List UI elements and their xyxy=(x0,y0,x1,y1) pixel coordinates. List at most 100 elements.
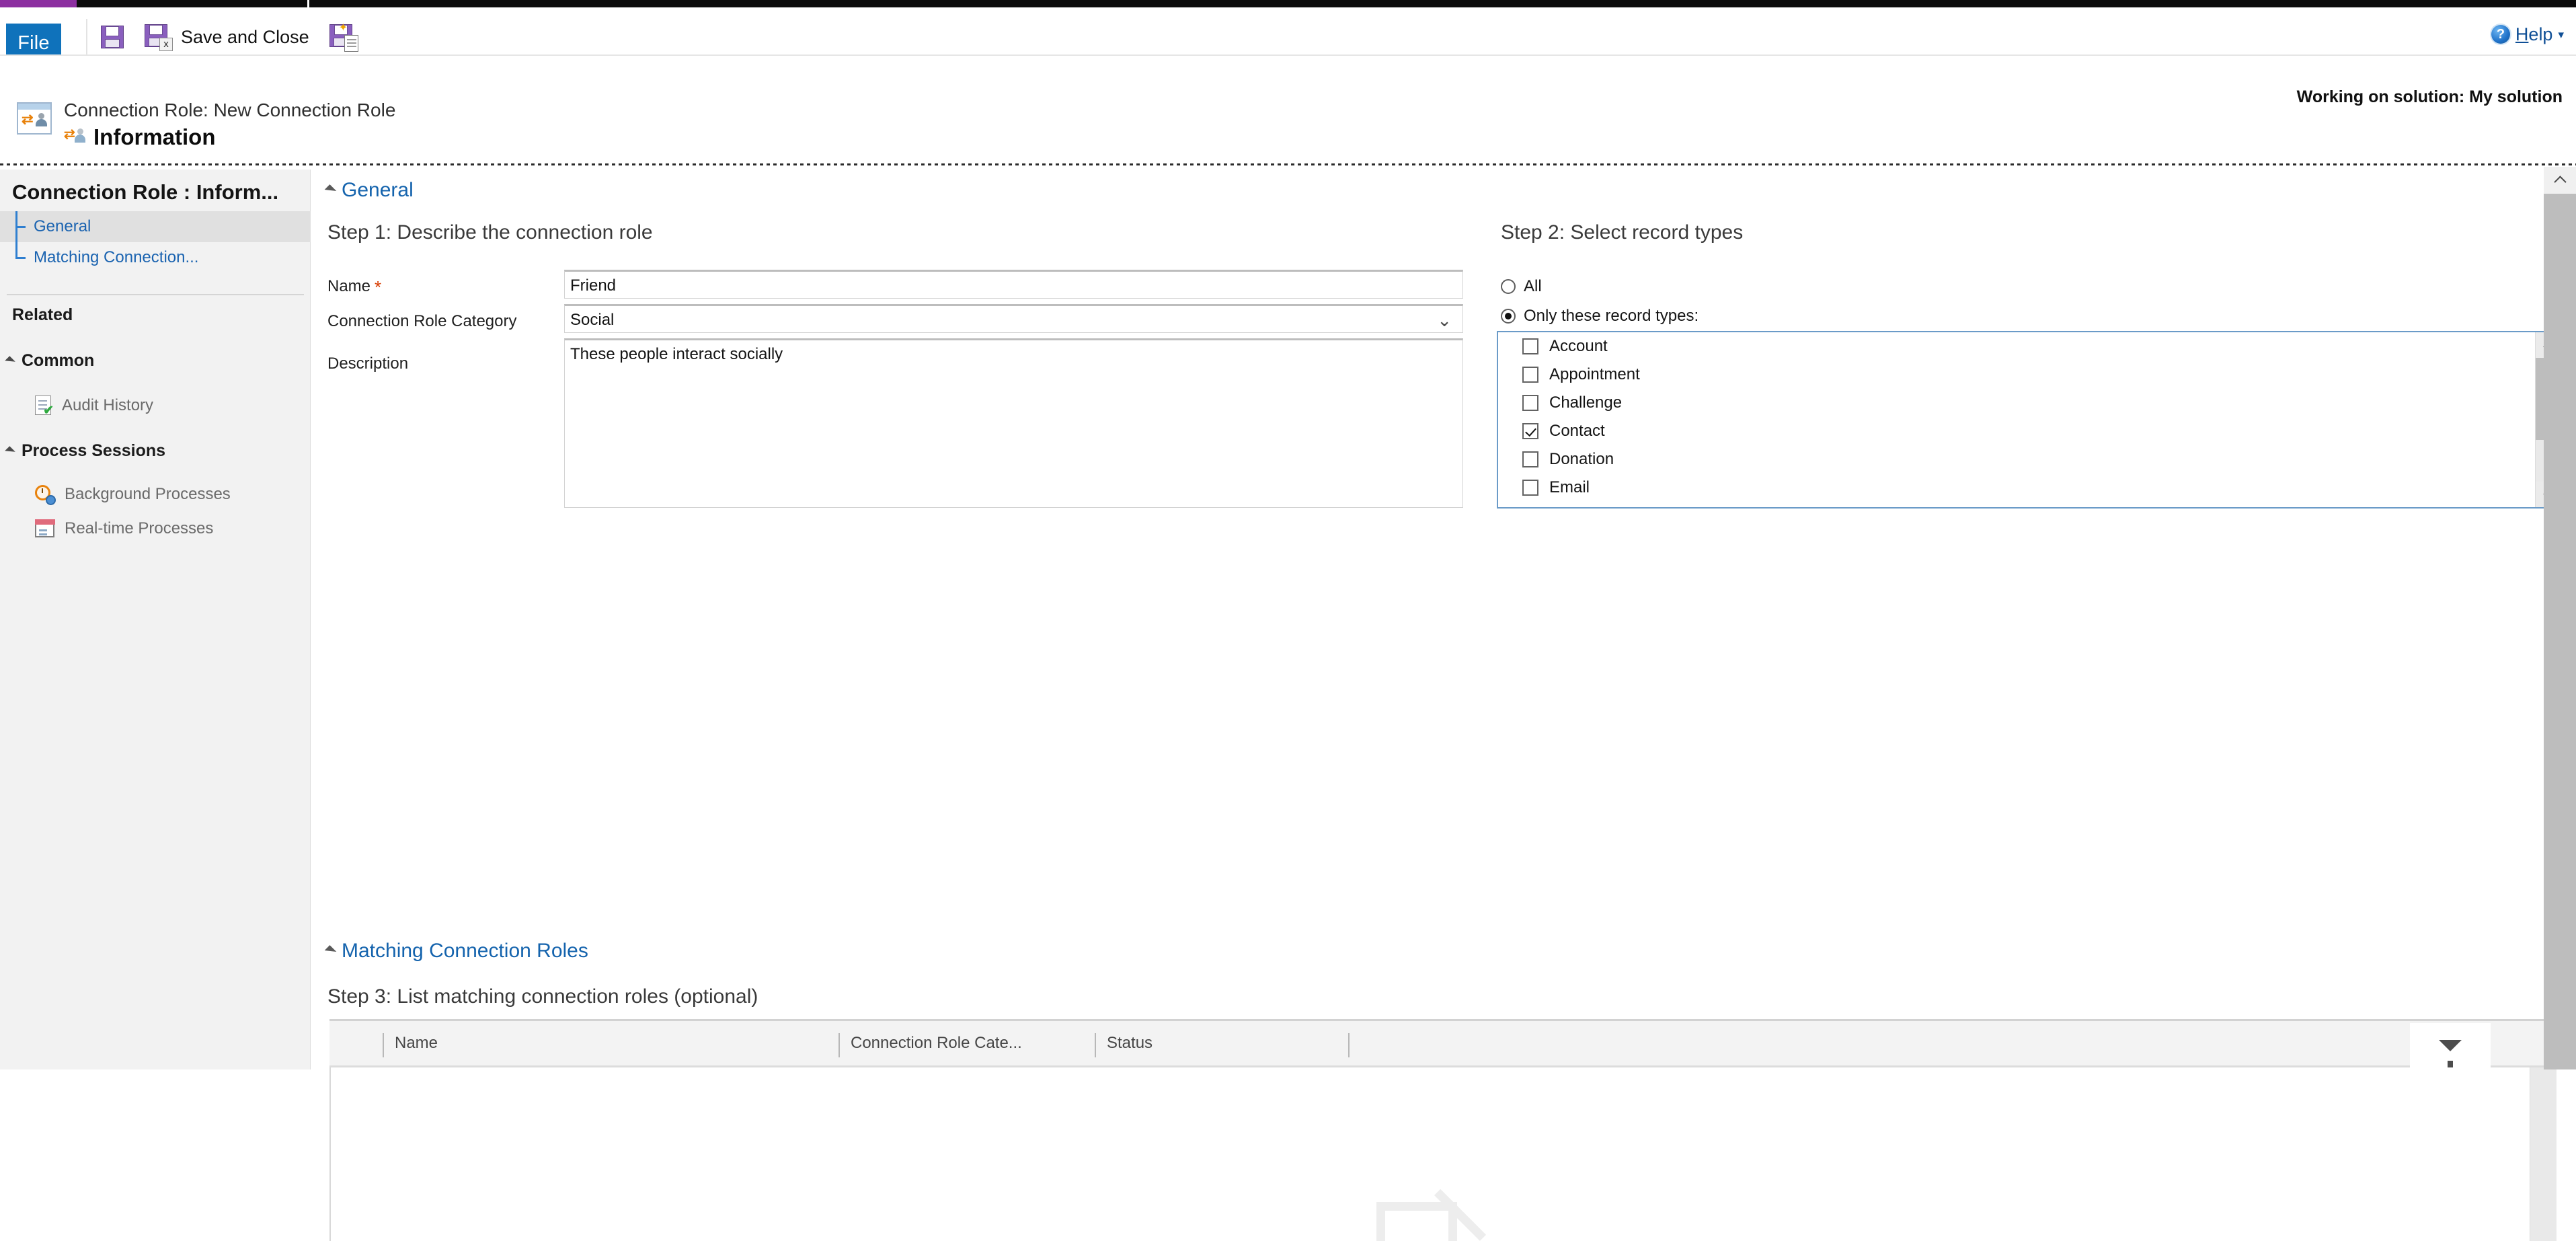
chevron-down-icon[interactable]: ▾ xyxy=(2558,29,2564,40)
save-and-close-label: Save and Close xyxy=(181,26,309,47)
radio-icon xyxy=(1501,279,1516,294)
window-accent-strip xyxy=(0,0,77,7)
help-accesskey: H xyxy=(2515,24,2529,44)
checkbox-icon[interactable] xyxy=(1522,395,1538,411)
page-title: Information xyxy=(93,124,216,149)
checkbox-icon[interactable] xyxy=(1522,338,1538,354)
grid-scrollbar[interactable] xyxy=(2530,1067,2557,1241)
matching-connection-roles-grid: Name Connection Role Cate... Status xyxy=(329,1019,2557,1241)
checkbox-checked-icon[interactable] xyxy=(1522,423,1538,439)
checkbox-icon[interactable] xyxy=(1522,451,1538,467)
record-types-all-label: All xyxy=(1524,277,1542,295)
step3-title: Step 3: List matching connection roles (… xyxy=(327,985,758,1008)
description-label: Description xyxy=(327,354,409,373)
connection-role-entity-icon: ⇄ xyxy=(17,102,52,135)
sidebar-item-general-label: General xyxy=(34,217,91,235)
grid-column-name[interactable]: Name xyxy=(383,1021,838,1065)
connection-role-category-select[interactable]: Social ⌄ xyxy=(564,304,1463,333)
record-type-item[interactable]: Donation xyxy=(1498,445,2534,474)
description-value: These people interact socially xyxy=(570,345,783,363)
page-scrollbar[interactable] xyxy=(2544,167,2576,1069)
sidebar-item-realtime-processes-label: Real-time Processes xyxy=(65,519,214,537)
sidebar-divider xyxy=(7,294,304,295)
column-divider xyxy=(1348,1033,1350,1057)
step2-title: Step 2: Select record types xyxy=(1501,221,1744,243)
sidebar-item-general[interactable]: General xyxy=(0,211,311,242)
radio-selected-icon xyxy=(1501,309,1516,324)
column-divider xyxy=(838,1033,840,1057)
record-type-item[interactable]: Fax xyxy=(1498,502,2534,507)
record-types-listbox[interactable]: Account Appointment Challenge Contact Do… xyxy=(1497,331,2563,509)
record-title: Connection Role: New Connection Role xyxy=(64,100,396,120)
save-icon xyxy=(101,26,124,48)
connection-role-category-label: Connection Role Category xyxy=(327,312,517,330)
grid-body xyxy=(329,1067,2530,1241)
sidebar-item-realtime-processes[interactable]: Real-time Processes xyxy=(35,519,213,538)
record-type-label: Email xyxy=(1549,478,1590,496)
general-section-header[interactable]: General xyxy=(324,179,414,202)
save-button[interactable] xyxy=(101,20,124,54)
sidebar-group-process-sessions-label: Process Sessions xyxy=(22,441,166,460)
matching-section-label: Matching Connection Roles xyxy=(342,940,588,962)
column-divider xyxy=(1095,1033,1096,1057)
chevron-up-icon xyxy=(2554,178,2565,184)
solution-context-label: Working on solution: My solution xyxy=(2296,87,2563,106)
save-and-close-button[interactable]: x Save and Close xyxy=(145,20,309,54)
sidebar-item-matching-connection-roles[interactable]: Matching Connection... xyxy=(0,242,311,273)
page-scroll-up-button[interactable] xyxy=(2544,167,2576,194)
sidebar-group-common[interactable]: Common xyxy=(5,351,95,371)
navigation-title: Connection Role : Inform... xyxy=(12,180,279,204)
step1-title: Step 1: Describe the connection role xyxy=(327,221,653,243)
form-navigation-sidebar: Connection Role : Inform... General Matc… xyxy=(0,170,311,1069)
header-divider xyxy=(0,163,2576,165)
description-textarea[interactable]: These people interact socially xyxy=(564,338,1463,508)
tree-branch-end-icon xyxy=(15,242,30,273)
related-heading: Related xyxy=(12,305,73,324)
crm-form-window: File x Save and Close ✦ ? Help ▾ ⇄ Conne… xyxy=(0,0,2576,1241)
record-type-item[interactable]: Contact xyxy=(1498,417,2534,445)
help-label: Help xyxy=(2515,24,2553,44)
chevron-down-icon[interactable]: ⌄ xyxy=(1437,311,1452,329)
page-scrollbar-thumb[interactable] xyxy=(2544,194,2576,1069)
realtime-process-icon xyxy=(35,519,55,538)
chevron-expanded-icon xyxy=(324,184,337,196)
grid-filter-button[interactable] xyxy=(2410,1023,2491,1069)
sidebar-group-common-label: Common xyxy=(22,351,95,370)
grid-column-name-label: Name xyxy=(395,1034,438,1052)
grid-column-category-label: Connection Role Cate... xyxy=(851,1034,1022,1052)
save-and-new-button[interactable]: ✦ xyxy=(329,20,358,54)
record-type-item[interactable]: Account xyxy=(1498,332,2534,361)
record-types-only-radio[interactable]: Only these record types: xyxy=(1501,307,1699,326)
name-input[interactable]: Friend xyxy=(564,270,1463,299)
grid-column-category[interactable]: Connection Role Cate... xyxy=(838,1021,1095,1065)
sidebar-item-matching-label: Matching Connection... xyxy=(34,248,199,266)
matching-section-header[interactable]: Matching Connection Roles xyxy=(324,940,588,963)
grid-column-status-label: Status xyxy=(1107,1034,1153,1052)
record-type-item[interactable]: Appointment xyxy=(1498,361,2534,389)
record-type-label: Account xyxy=(1549,337,1608,355)
chevron-expanded-icon xyxy=(324,945,337,957)
column-divider xyxy=(383,1033,384,1057)
grid-column-status[interactable]: Status xyxy=(1095,1021,1348,1065)
record-type-item[interactable]: Challenge xyxy=(1498,389,2534,417)
record-types-all-radio[interactable]: All xyxy=(1501,277,1542,296)
tree-branch-icon xyxy=(15,211,30,242)
form-content: General Step 1: Describe the connection … xyxy=(311,170,2576,1241)
checkbox-icon[interactable] xyxy=(1522,367,1538,383)
help-icon: ? xyxy=(2491,25,2510,44)
sidebar-item-background-processes[interactable]: Background Processes xyxy=(35,484,231,505)
sidebar-item-background-processes-label: Background Processes xyxy=(65,485,231,503)
record-types-scroll-viewport: Account Appointment Challenge Contact Do… xyxy=(1498,332,2534,507)
general-section-label: General xyxy=(342,179,414,201)
checkbox-icon[interactable] xyxy=(1522,480,1538,496)
record-type-item[interactable]: Email xyxy=(1498,474,2534,502)
sidebar-item-audit-history[interactable]: ✔ Audit History xyxy=(35,396,153,417)
window-strip-seam xyxy=(307,0,309,7)
record-type-label: Appointment xyxy=(1549,365,1640,383)
sidebar-group-process-sessions[interactable]: Process Sessions xyxy=(5,441,166,461)
help-button[interactable]: ? Help ▾ xyxy=(2491,21,2564,48)
save-and-new-icon: ✦ xyxy=(329,23,358,52)
record-type-label: Donation xyxy=(1549,450,1614,468)
connection-role-category-value: Social xyxy=(570,311,615,329)
name-input-value: Friend xyxy=(570,276,617,295)
